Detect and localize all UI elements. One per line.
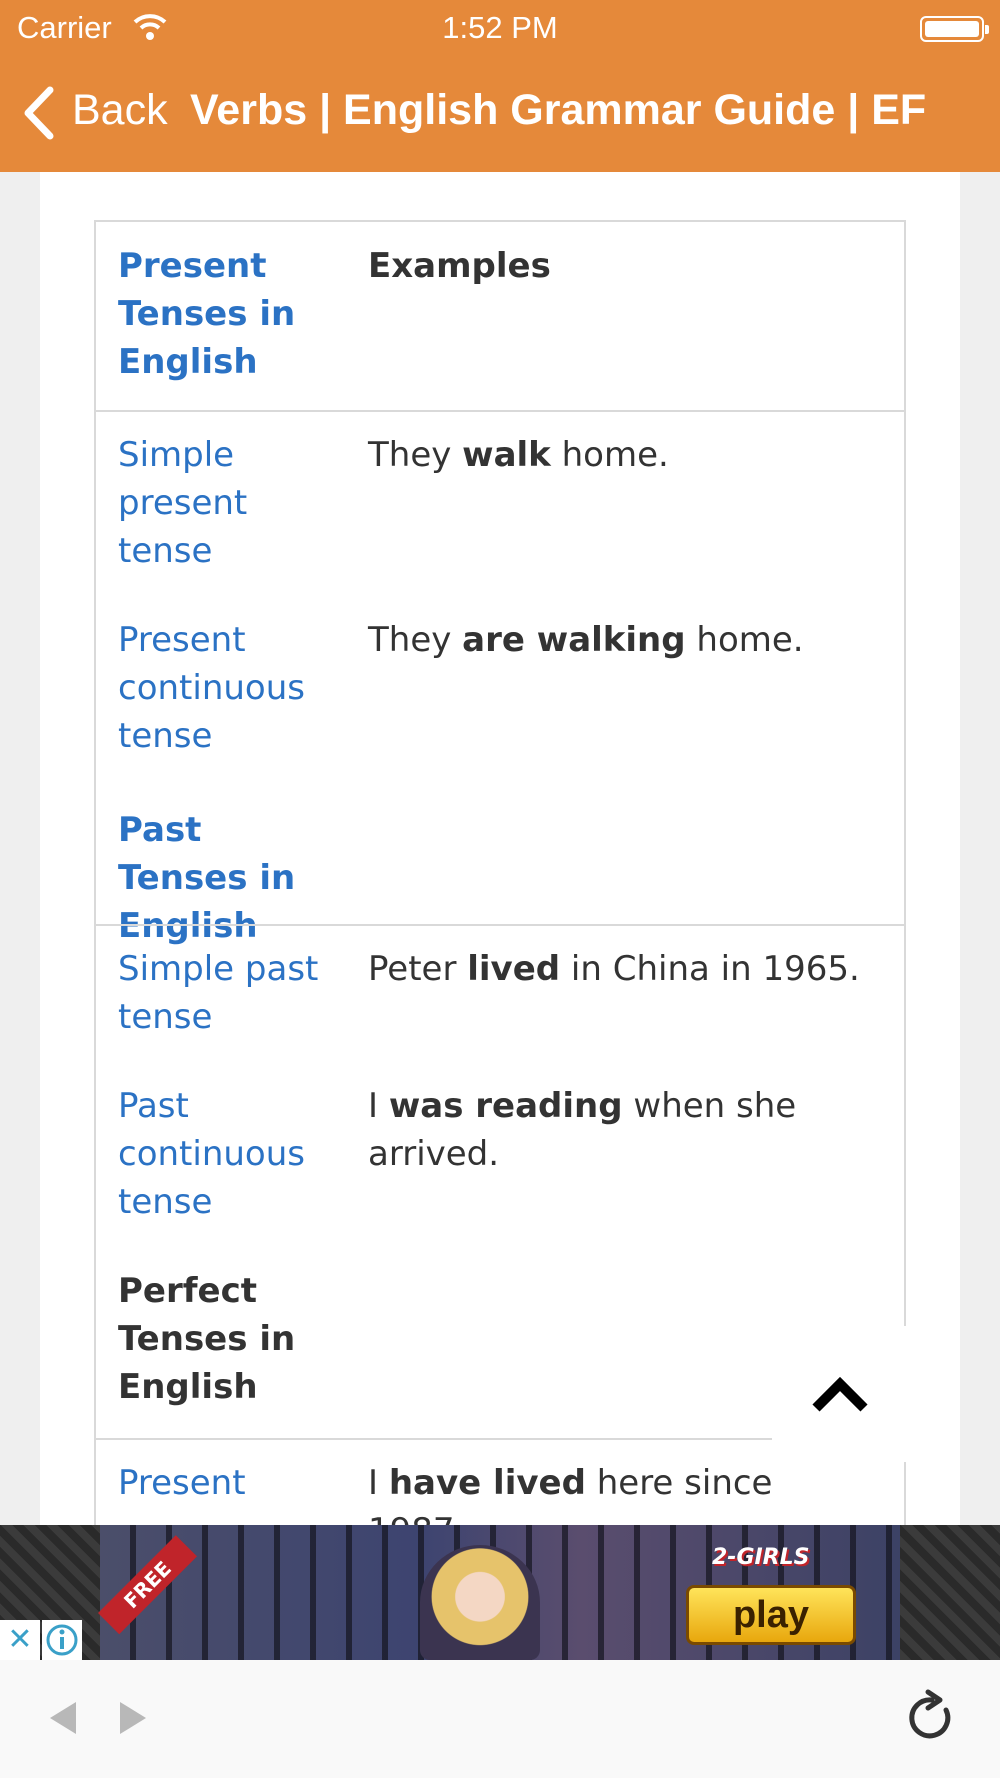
section-perfect-tenses: Perfect Tenses in English	[118, 1271, 296, 1407]
info-icon[interactable]	[42, 1620, 82, 1660]
ad-background	[900, 1525, 1000, 1660]
header-present-tenses[interactable]: Present Tenses in English	[118, 242, 328, 386]
top-bar: Carrier 1:52 PM Back Verbs | English Gra…	[0, 0, 1000, 172]
reload-icon[interactable]	[904, 1688, 958, 1746]
forward-arrow-icon[interactable]	[114, 1698, 150, 1738]
back-chevron-icon[interactable]	[20, 86, 60, 140]
divider	[96, 410, 904, 412]
tense-link[interactable]: Present	[118, 1459, 328, 1507]
close-icon[interactable]: ✕	[0, 1620, 40, 1660]
ad-character-image	[420, 1545, 540, 1660]
scroll-to-top-button[interactable]	[772, 1326, 908, 1462]
back-arrow-icon[interactable]	[46, 1698, 82, 1738]
ad-play-button[interactable]: play	[686, 1585, 856, 1645]
header-examples: Examples	[368, 246, 551, 286]
tense-link[interactable]: Present continuous tense	[118, 616, 328, 760]
navigation-bar: Back Verbs | English Grammar Guide | EF	[0, 80, 1000, 146]
tense-link[interactable]: Simple past tense	[118, 945, 328, 1041]
tense-link[interactable]: Simple present tense	[118, 431, 328, 575]
ad-banner[interactable]: FREE 2-GIRLS play ✕	[0, 1525, 1000, 1660]
tense-link[interactable]: Past continuous tense	[118, 1082, 328, 1226]
example-text: They are walking home.	[368, 620, 804, 660]
status-bar: Carrier 1:52 PM	[0, 0, 1000, 56]
battery-icon	[920, 16, 989, 42]
web-content[interactable]: Present Tenses in English Examples Simpl…	[40, 172, 960, 1525]
chevron-up-icon	[812, 1376, 868, 1412]
section-past-tenses[interactable]: Past Tenses in English	[118, 806, 328, 950]
clock: 1:52 PM	[442, 10, 558, 45]
example-text: I have lived here since 1987.	[368, 1463, 773, 1525]
example-text: I was reading when she arrived.	[368, 1086, 797, 1174]
ad-logo: 2-GIRLS	[712, 1545, 810, 1570]
browser-toolbar	[0, 1660, 1000, 1778]
example-text: They walk home.	[368, 435, 669, 475]
example-text: Peter lived in China in 1965.	[368, 949, 860, 989]
back-button[interactable]: Back	[72, 86, 168, 135]
divider	[96, 924, 904, 926]
page-title: Verbs | English Grammar Guide | EF	[190, 86, 927, 134]
